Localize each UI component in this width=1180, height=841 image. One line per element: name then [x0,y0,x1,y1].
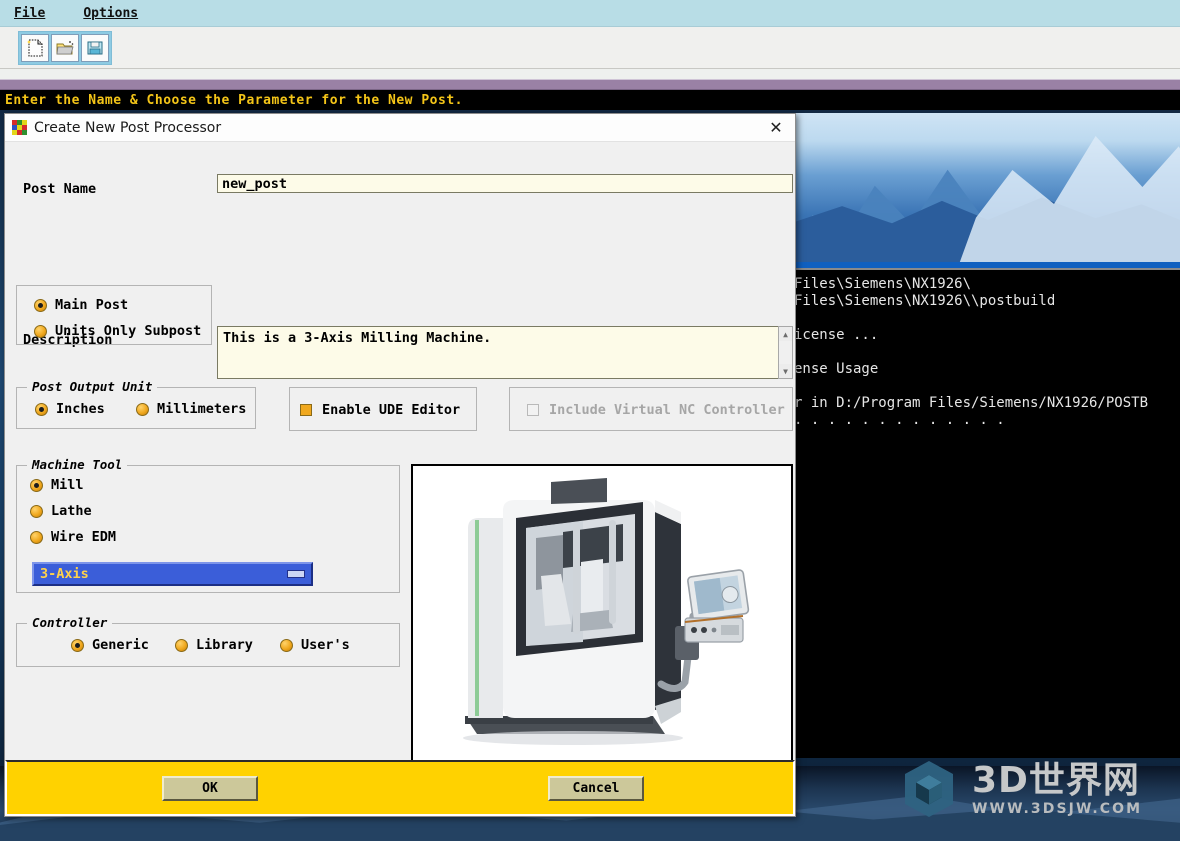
radio-users[interactable]: User's [280,637,350,653]
description-textarea[interactable]: This is a 3-Axis Milling Machine. [217,326,778,379]
close-icon[interactable]: ✕ [763,117,789,139]
application-window: File Options [0,0,1180,90]
wallpaper-ridge [796,197,1180,268]
radio-generic-icon[interactable] [71,638,84,652]
radio-inches-label: Inches [56,401,105,417]
axis-combo-box[interactable]: 3-Axis [32,562,313,586]
machine-tool-legend: Machine Tool [27,457,128,472]
enable-ude-editor-label: Enable UDE Editor [322,402,461,418]
open-folder-icon [55,38,75,58]
radio-inches[interactable]: Inches [35,401,105,417]
radio-main-post[interactable]: Main Post [34,297,128,313]
radio-lathe-label: Lathe [51,503,92,519]
open-post-button[interactable] [51,33,79,62]
post-output-unit-group: Post Output Unit Inches Millimeters [16,379,256,429]
dialog-body: Post Name Description This is a 3-Axis M… [5,142,795,776]
app-grid-icon [12,120,27,135]
create-new-post-processor-dialog: Create New Post Processor ✕ Post Name De… [4,113,796,817]
checkbox-checked-icon[interactable] [300,404,312,416]
radio-inches-icon[interactable] [35,402,48,416]
axis-combo-value: 3-Axis [40,566,89,582]
post-name-input[interactable] [217,174,793,193]
ok-button[interactable]: OK [162,775,258,801]
description-field-wrapper: This is a 3-Axis Milling Machine. ▲ ▼ [217,326,793,379]
wallpaper-mountain-top [796,113,1180,268]
new-document-icon [25,38,45,58]
include-virtual-nc-label: Include Virtual NC Controller [549,402,785,418]
post-name-label: Post Name [23,181,97,197]
chevron-down-icon[interactable] [287,570,305,578]
dialog-action-bar: OK Cancel [5,760,795,816]
radio-millimeters[interactable]: Millimeters [136,401,246,417]
radio-units-only-subpost-label: Units Only Subpost [55,323,202,339]
radio-wire-edm-icon[interactable] [30,530,43,544]
new-post-button[interactable] [21,33,49,62]
radio-lathe-icon[interactable] [30,504,43,518]
post-type-group: Main Post Units Only Subpost [16,285,212,345]
save-post-button[interactable] [81,33,109,62]
console-output: Files\Siemens\NX1926\ Files\Siemens\NX19… [782,268,1180,758]
tool-bar [0,27,1180,69]
radio-millimeters-label: Millimeters [157,401,247,417]
radio-generic-label: Generic [92,637,149,653]
radio-main-post-icon[interactable] [34,298,47,312]
radio-mill-label: Mill [51,477,84,493]
radio-millimeters-icon[interactable] [136,402,149,416]
controller-group: Controller Generic Library User's [16,615,400,667]
scroll-up-icon[interactable]: ▲ [779,327,792,341]
menu-bar: File Options [0,0,1180,27]
include-virtual-nc-group: Include Virtual NC Controller [509,387,793,431]
radio-wire-edm[interactable]: Wire EDM [30,529,116,545]
radio-wire-edm-label: Wire EDM [51,529,117,545]
menu-options[interactable]: Options [79,5,142,22]
description-scrollbar[interactable]: ▲ ▼ [778,326,793,379]
radio-library[interactable]: Library [175,637,253,653]
save-floppy-icon [85,38,105,58]
scroll-down-icon[interactable]: ▼ [779,364,792,378]
radio-main-post-label: Main Post [55,297,129,313]
controller-legend: Controller [27,615,113,630]
machine-preview-image [411,464,793,776]
dialog-titlebar: Create New Post Processor ✕ [5,114,795,142]
radio-mill-icon[interactable] [30,478,43,492]
checkbox-unchecked-icon [527,404,539,416]
enable-ude-editor-group: Enable UDE Editor [289,387,477,431]
checkbox-enable-ude-editor[interactable]: Enable UDE Editor [300,402,460,418]
radio-library-label: Library [196,637,253,653]
radio-users-icon[interactable] [280,638,293,652]
post-output-unit-legend: Post Output Unit [27,379,158,394]
radio-users-label: User's [301,637,350,653]
radio-generic[interactable]: Generic [71,637,149,653]
radio-library-icon[interactable] [175,638,188,652]
checkbox-include-virtual-nc: Include Virtual NC Controller [527,402,785,418]
radio-mill[interactable]: Mill [30,477,84,493]
radio-lathe[interactable]: Lathe [30,503,92,519]
menu-file[interactable]: File [10,5,49,22]
radio-units-only-subpost-icon[interactable] [34,324,47,338]
dialog-title-text: Create New Post Processor [34,119,222,136]
cancel-button[interactable]: Cancel [548,775,644,801]
window-separator-band [0,79,1180,90]
status-bar: Enter the Name & Choose the Parameter fo… [0,90,1180,110]
radio-units-only-subpost[interactable]: Units Only Subpost [34,323,201,339]
toolbar-button-group [18,30,112,65]
